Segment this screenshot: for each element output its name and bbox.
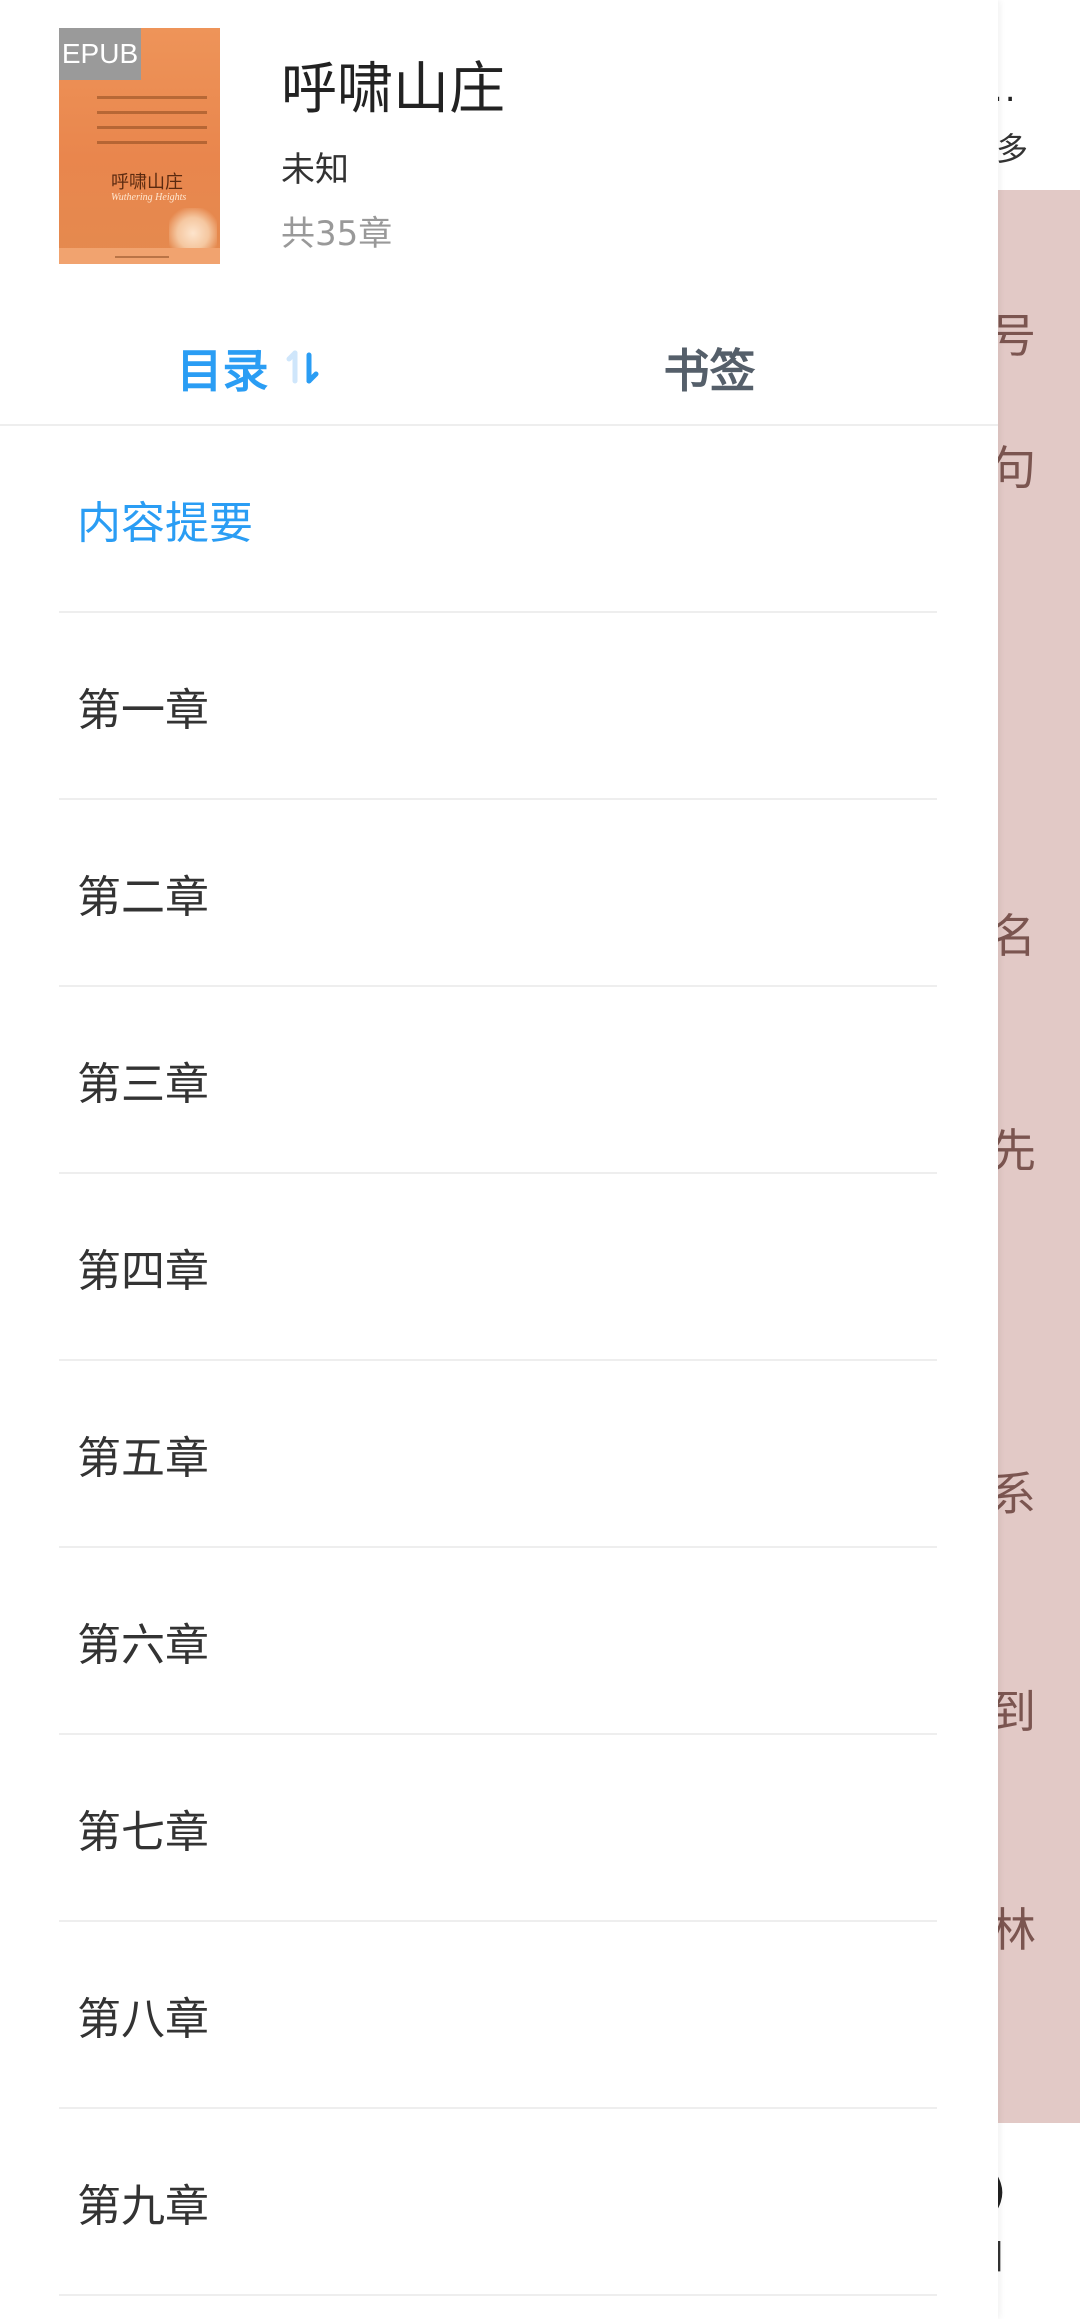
drawer-tabs: 目录 书签 [0,310,998,425]
book-author: 未知 [281,150,349,190]
toc-item-label: 第四章 [77,1245,209,1297]
toc-item-label: 第二章 [77,871,209,923]
toc-item[interactable]: 第八章 [59,1922,937,2109]
cover-footer-line [115,256,169,258]
toc-item[interactable]: 第四章 [59,1174,937,1361]
toc-item-label: 第六章 [77,1619,209,1671]
toc-item-label: 第九章 [77,2180,209,2232]
book-cover[interactable]: 呼啸山庄 Wuthering Heights EPUB [59,28,220,264]
sort-order-icon[interactable] [281,347,323,389]
toc-item-label: 第八章 [77,1993,209,2045]
toc-item[interactable]: 第五章 [59,1361,937,1548]
toc-item[interactable]: 第七章 [59,1735,937,1922]
tab-toc[interactable]: 目录 [0,310,499,425]
chapter-count: 共35章 [281,214,393,254]
cover-subtitle: Wuthering Heights [111,192,187,203]
more-label[interactable]: 多 [996,124,1028,170]
toc-item[interactable]: 内容提要 [59,426,937,613]
toc-item[interactable]: 第三章 [59,987,937,1174]
cover-decoration [97,96,207,156]
toc-list: 内容提要 第一章 第二章 第三章 第四章 第五章 第六章 第七章 第八章 第九章 [0,426,998,2296]
toc-item[interactable]: 第一章 [59,613,937,800]
cover-title: 呼啸山庄 [111,172,183,193]
toc-item-label: 内容提要 [77,497,253,549]
tab-bookmark-label: 书签 [663,343,756,398]
toc-item[interactable]: 第九章 [59,2109,937,2296]
toc-item-label: 第五章 [77,1432,209,1484]
tab-toc-label: 目录 [176,343,269,398]
epub-badge: EPUB [59,28,141,80]
book-title: 呼啸山庄 [281,57,505,122]
toc-item[interactable]: 第二章 [59,800,937,987]
toc-item[interactable]: 第六章 [59,1548,937,1735]
toc-drawer: 呼啸山庄 Wuthering Heights EPUB 呼啸山庄 未知 共35章… [0,0,998,2319]
toc-item-label: 第三章 [77,1058,209,1110]
toc-item-label: 第一章 [77,684,209,736]
toc-item-label: 第七章 [77,1806,209,1858]
tab-bookmark[interactable]: 书签 [499,310,920,425]
